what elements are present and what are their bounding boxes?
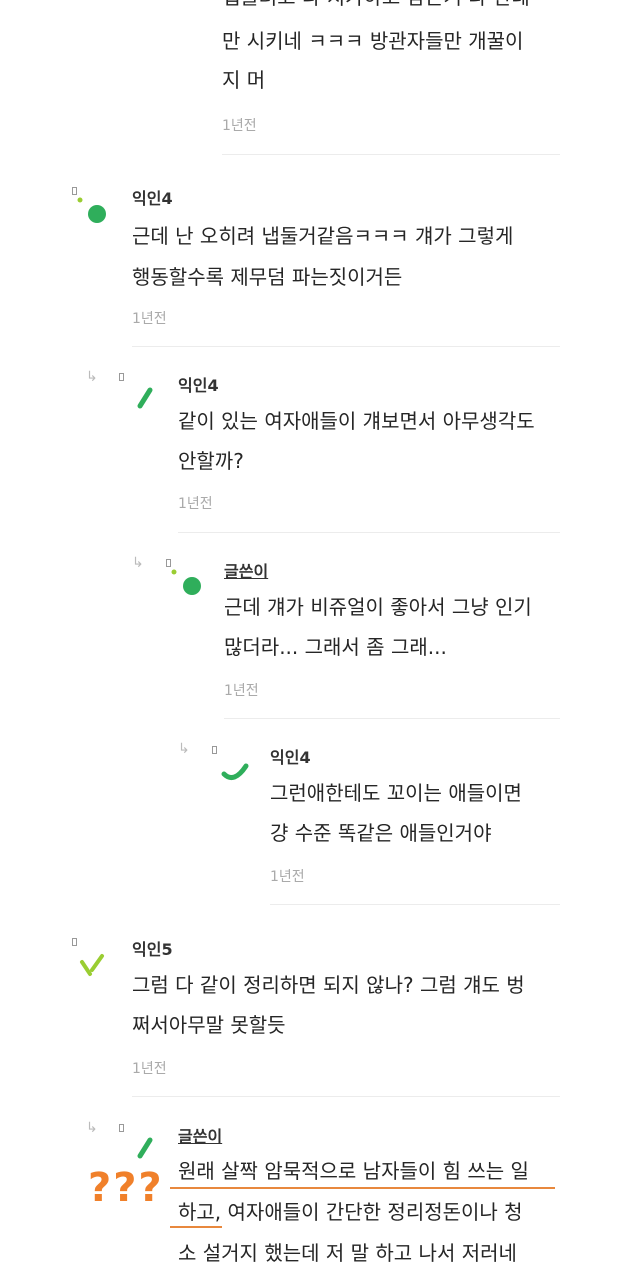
annotation-question-marks: ??? [88,1165,164,1211]
comment-timestamp: 1년전 [222,118,257,134]
comment-author[interactable]: 익인5 [132,936,173,960]
pin-icon [119,373,124,381]
reply-arrow-icon: ↳ [86,1120,98,1136]
comment-text-line: 하고, 여자애들이 간단한 정리정돈이나 청 [178,1200,523,1224]
comment-text-line: 근데 난 오히려 냅둘거같음ㅋㅋㅋ 걔가 그렇게 [132,224,514,248]
pin-icon [119,1124,124,1132]
annotation-underline [170,1226,222,1228]
avatar-icon [171,569,201,595]
divider [132,346,560,347]
comment-text-line: 안할까? [178,449,244,473]
avatar-icon [137,387,153,409]
comment-text-line: 그런애한테도 꼬이는 애들이면 [270,781,522,805]
comment-text-line: 쩌서아무말 못할듯 [132,1013,286,1037]
comment-author[interactable]: 글쓴이 [224,558,268,582]
divider [224,718,560,719]
comment-text-line: 같이 있는 여자애들이 걔보면서 아무생각도 [178,409,535,433]
comment-timestamp: 1년전 [224,683,259,699]
comment-text-line: 근데 걔가 비쥬얼이 좋아서 그냥 인기 [224,595,532,619]
comment-timestamp: 1년전 [178,496,213,512]
comment-text-line: 만 시키네 ㅋㅋㅋ 방관자들만 개꿀이 [222,29,524,53]
comment-author[interactable]: 익인4 [270,744,311,768]
annotation-underline [170,1187,555,1189]
divider [178,532,560,533]
comment-text-line: 걍 수준 똑같은 애들인거야 [270,821,492,845]
divider [222,154,560,155]
comment-timestamp: 1년전 [270,869,305,885]
divider [270,904,560,905]
comment-author[interactable]: 익인4 [178,372,219,396]
divider [132,1096,560,1097]
reply-arrow-icon: ↳ [132,555,144,571]
reply-arrow-icon: ↳ [178,741,190,757]
comment-timestamp: 1년전 [132,311,167,327]
comment-author[interactable]: 글쓴이 [178,1123,222,1147]
comment-text-line: 그럼 다 같이 정리하면 되지 않나? 그럼 걔도 벙 [132,973,525,997]
avatar-icon [77,197,106,223]
comment-text-line: 행동할수록 제무덤 파는짓이거든 [132,265,403,289]
comment-text-line: 지 머 [222,68,266,92]
avatar-icon [80,954,104,976]
comment-text-line: 소 설거지 했는데 저 말 하고 나서 저러네 [178,1241,517,1265]
comment-text-line: 냅둘려고 다 치가하고 남는거 다 한테 [222,0,530,17]
comment-text-line: 많더라... 그래서 좀 그래... [224,635,447,659]
comment-timestamp: 1년전 [132,1061,167,1077]
comment-author[interactable]: 익인4 [132,185,173,209]
avatar-icon [221,763,249,781]
comment-text-line: 원래 살짝 암묵적으로 남자들이 힘 쓰는 일 [178,1159,529,1183]
reply-arrow-icon: ↳ [86,369,98,385]
